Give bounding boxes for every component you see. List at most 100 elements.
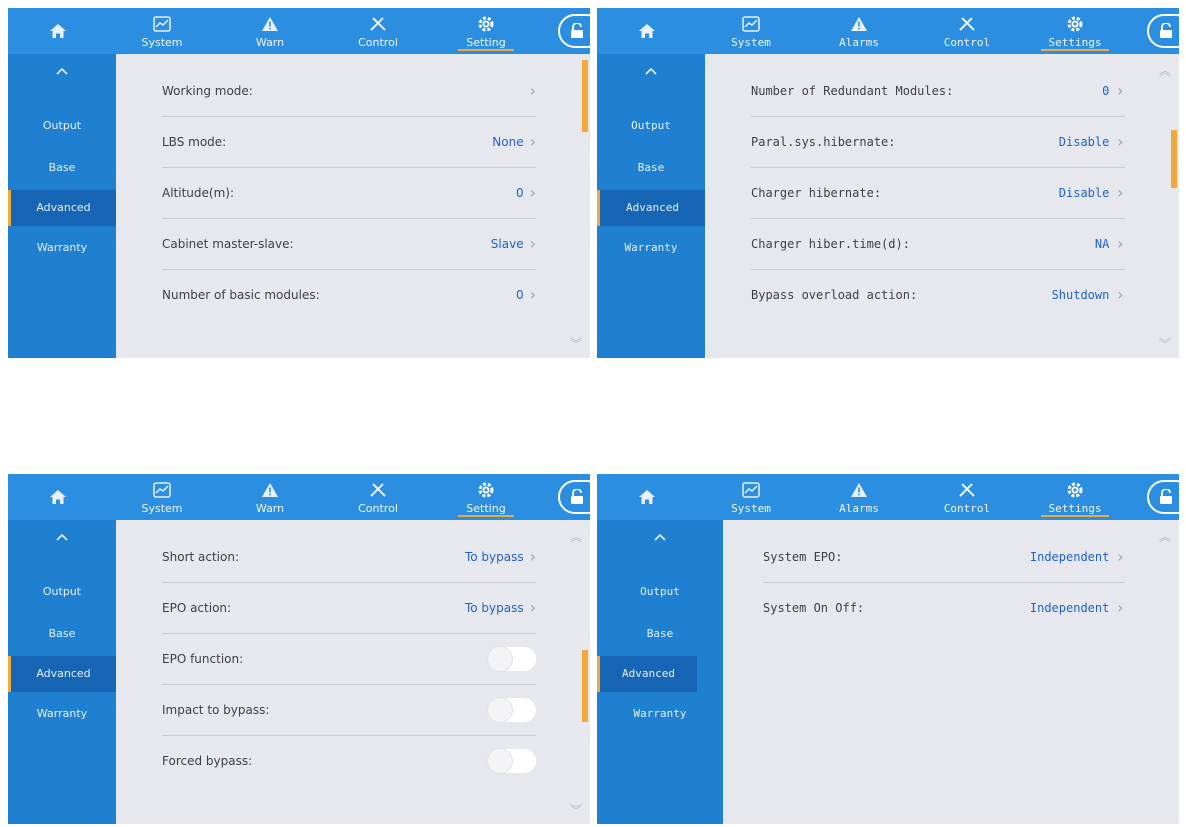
- sidebar-item-advanced[interactable]: Advanced: [597, 190, 705, 226]
- sidebar-item-advanced[interactable]: Advanced: [8, 656, 116, 692]
- chevron-up-icon[interactable]: [597, 532, 723, 550]
- settings-sidebar: Output Base Advanced Warranty: [8, 54, 116, 358]
- tab-setting[interactable]: Setting: [432, 474, 540, 520]
- tab-system-label: System: [731, 502, 771, 515]
- tools-icon: [369, 11, 387, 37]
- impact-to-bypass-toggle[interactable]: [488, 698, 536, 722]
- tab-control[interactable]: Control: [324, 8, 432, 54]
- chevron-up-icon[interactable]: [597, 66, 705, 84]
- lock-button[interactable]: [1147, 14, 1179, 48]
- home-button[interactable]: [597, 474, 697, 520]
- setting-row[interactable]: Charger hibernate: Disable ›: [751, 168, 1125, 219]
- tab-settings[interactable]: Settings: [1021, 474, 1129, 520]
- setting-row[interactable]: Impact to bypass:: [162, 685, 536, 736]
- sidebar-item-warranty[interactable]: Warranty: [597, 230, 705, 266]
- setting-row[interactable]: LBS mode: None ›: [162, 117, 536, 168]
- home-button[interactable]: [597, 8, 697, 54]
- settings-screen-2: System Alarms Control Settings Output Ba…: [597, 8, 1179, 358]
- tab-system[interactable]: System: [697, 474, 805, 520]
- setting-label: Impact to bypass:: [162, 703, 270, 717]
- setting-row[interactable]: Number of Redundant Modules: 0 ›: [751, 66, 1125, 117]
- chevron-right-icon: ›: [1115, 81, 1125, 100]
- setting-row[interactable]: Forced bypass:: [162, 736, 536, 786]
- chevron-right-icon: ›: [1115, 234, 1125, 253]
- setting-row[interactable]: Paral.sys.hibernate: Disable ›: [751, 117, 1125, 168]
- setting-row[interactable]: Charger hiber.time(d): NA ›: [751, 219, 1125, 270]
- tab-alarms[interactable]: Alarms: [805, 8, 913, 54]
- tab-control[interactable]: Control: [324, 474, 432, 520]
- double-chevron-down-icon[interactable]: ︾: [1159, 335, 1171, 352]
- setting-label: Charger hiber.time(d):: [751, 237, 910, 251]
- sidebar-item-base[interactable]: Base: [8, 616, 116, 652]
- top-nav-bar: System Warn Control Setting: [8, 474, 590, 520]
- tab-alarms[interactable]: Alarms: [805, 474, 913, 520]
- tab-system[interactable]: System: [108, 474, 216, 520]
- setting-row[interactable]: System EPO: Independent ›: [763, 532, 1125, 583]
- sidebar-item-output[interactable]: Output: [597, 574, 723, 610]
- top-nav-bar: System Warn Control Setting: [8, 8, 590, 54]
- setting-row[interactable]: Number of basic modules: 0 ›: [162, 270, 536, 320]
- sidebar-item-output[interactable]: Output: [8, 108, 116, 144]
- lock-button[interactable]: [558, 14, 590, 48]
- sidebar-item-base[interactable]: Base: [8, 150, 116, 186]
- sidebar-item-advanced[interactable]: Advanced: [8, 190, 116, 226]
- double-chevron-down-icon[interactable]: ︾: [570, 801, 582, 818]
- chevron-right-icon: ›: [529, 183, 536, 202]
- tab-warn[interactable]: Warn: [216, 474, 324, 520]
- chevron-up-icon[interactable]: [8, 66, 116, 84]
- tab-setting[interactable]: Setting: [432, 8, 540, 54]
- tab-control-label: Control: [943, 36, 991, 49]
- tab-control[interactable]: Control: [913, 474, 1021, 520]
- scrollbar[interactable]: [582, 60, 588, 132]
- sidebar-item-output[interactable]: Output: [8, 574, 116, 610]
- setting-row[interactable]: System On Off: Independent ›: [763, 583, 1125, 633]
- sidebar-item-base[interactable]: Base: [597, 616, 723, 652]
- tools-icon: [369, 477, 387, 503]
- sidebar-item-output[interactable]: Output: [597, 108, 705, 144]
- epo-function-toggle[interactable]: [488, 647, 536, 671]
- sidebar-item-warranty[interactable]: Warranty: [597, 696, 723, 732]
- setting-row[interactable]: Short action: To bypass ›: [162, 532, 536, 583]
- setting-row[interactable]: EPO function:: [162, 634, 536, 685]
- home-button[interactable]: [8, 8, 108, 54]
- toggle-knob: [488, 698, 512, 722]
- system-chart-icon: [742, 477, 760, 503]
- setting-label: EPO action:: [162, 601, 232, 615]
- setting-row[interactable]: Bypass overload action: Shutdown ›: [751, 270, 1125, 320]
- settings-list: System EPO: Independent › System On Off: In…: [723, 520, 1179, 824]
- tab-system[interactable]: System: [108, 8, 216, 54]
- chevron-right-icon: ›: [529, 81, 536, 100]
- chevron-up-icon[interactable]: [8, 532, 116, 550]
- sidebar-item-warranty[interactable]: Warranty: [8, 230, 116, 266]
- setting-row[interactable]: Cabinet master-slave: Slave ›: [162, 219, 536, 270]
- double-chevron-up-icon[interactable]: ︽: [570, 528, 582, 545]
- setting-row[interactable]: EPO action: To bypass ›: [162, 583, 536, 634]
- setting-row[interactable]: Altitude(m): 0 ›: [162, 168, 536, 219]
- tab-system-label: System: [141, 36, 183, 49]
- setting-row[interactable]: Working mode: ›: [162, 66, 536, 117]
- tab-settings[interactable]: Settings: [1021, 8, 1129, 54]
- home-button[interactable]: [8, 474, 108, 520]
- tab-control[interactable]: Control: [913, 8, 1021, 54]
- scrollbar[interactable]: [582, 650, 588, 722]
- scrollbar[interactable]: [1171, 130, 1177, 188]
- double-chevron-up-icon[interactable]: ︽: [1159, 62, 1171, 79]
- forced-bypass-toggle[interactable]: [488, 749, 536, 773]
- tab-warn[interactable]: Warn: [216, 8, 324, 54]
- lock-button[interactable]: [1147, 480, 1179, 514]
- setting-value: NA: [1094, 237, 1110, 251]
- sidebar-item-base[interactable]: Base: [597, 150, 705, 186]
- unlock-icon: [571, 489, 583, 504]
- lock-button[interactable]: [558, 480, 590, 514]
- double-chevron-down-icon[interactable]: ︾: [570, 335, 582, 352]
- tools-icon: [958, 477, 976, 503]
- double-chevron-up-icon[interactable]: ︽: [1159, 528, 1171, 545]
- setting-label: Number of basic modules:: [162, 288, 320, 302]
- sidebar-item-advanced[interactable]: Advanced: [597, 656, 697, 692]
- sidebar-item-warranty[interactable]: Warranty: [8, 696, 116, 732]
- tab-setting-label: Setting: [458, 503, 514, 517]
- tab-system[interactable]: System: [697, 8, 805, 54]
- tab-control-label: Control: [358, 502, 398, 515]
- chevron-right-icon: ›: [529, 285, 536, 304]
- settings-sidebar: Output Base Advanced Warranty: [597, 520, 723, 824]
